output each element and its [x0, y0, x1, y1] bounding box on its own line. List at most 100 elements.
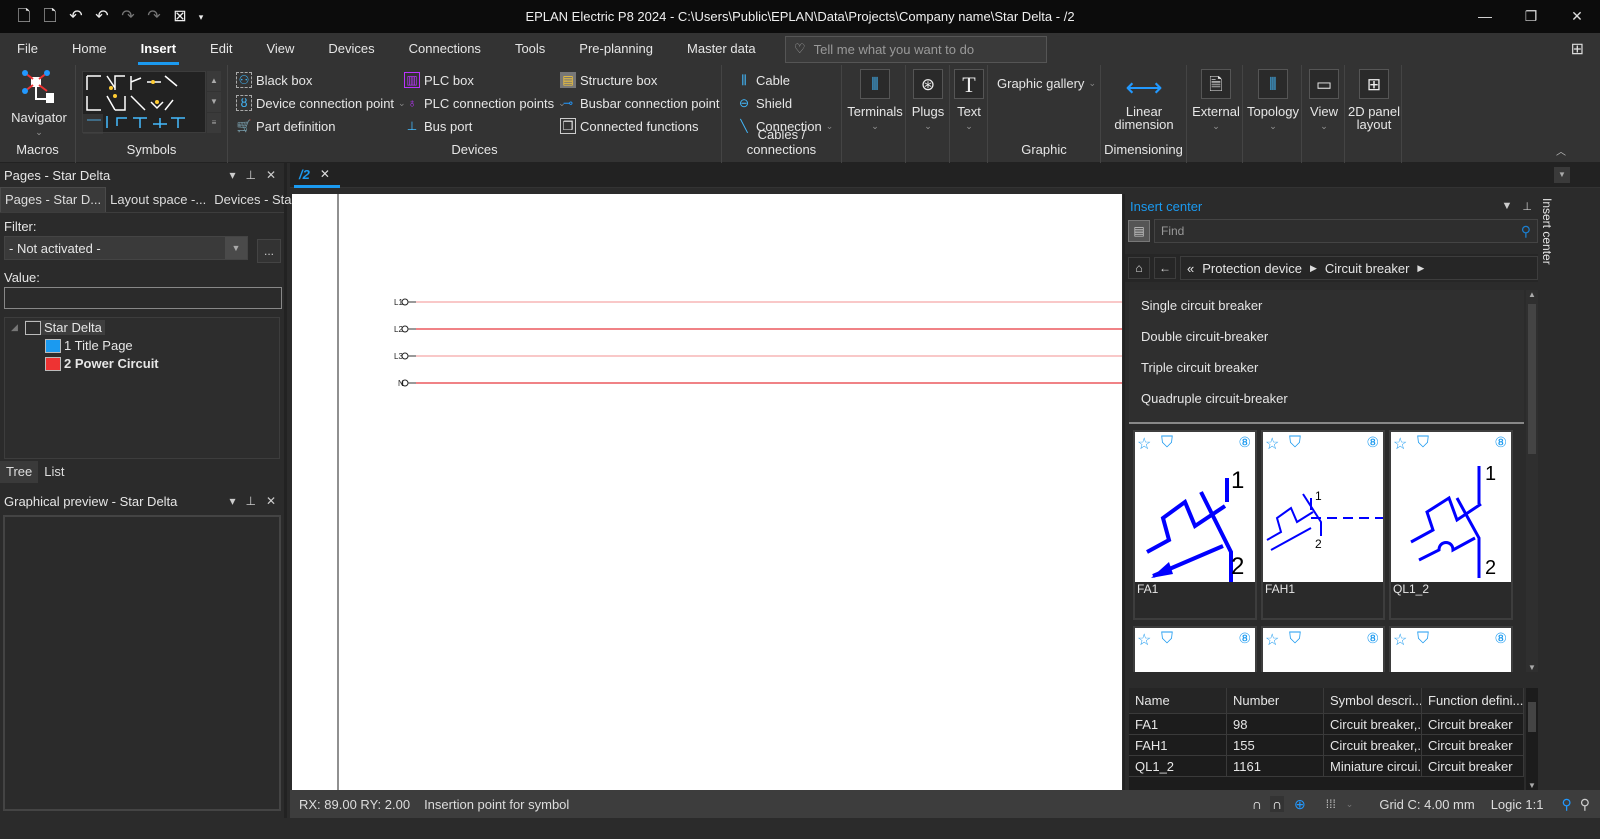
navigator-button[interactable]: Navigator ⌄: [8, 69, 70, 139]
tab-tools[interactable]: Tools: [498, 33, 562, 65]
crosshair-icon[interactable]: ⊕: [1294, 796, 1306, 813]
gallery-scroll-up[interactable]: ▲: [207, 71, 221, 91]
panel-menu-icon[interactable]: ▾: [229, 168, 235, 182]
category-item[interactable]: Double circuit-breaker: [1129, 321, 1524, 352]
subtab-pages[interactable]: Pages - Star D...: [0, 187, 107, 212]
grid-icon[interactable]: ⁞⁞⁞: [1326, 797, 1336, 811]
column-header[interactable]: Function defini...: [1422, 688, 1524, 713]
table-scrollbar[interactable]: ▼: [1526, 688, 1538, 790]
table-row[interactable]: QL1_2 1161 Miniature circui... Circuit b…: [1129, 756, 1524, 777]
star-icon[interactable]: ☆: [1265, 434, 1279, 454]
symbol-tile[interactable]: 12 ☆ ⛉ ⑧ FA1: [1133, 430, 1257, 620]
category-item[interactable]: Triple circuit breaker: [1129, 352, 1524, 383]
value-input[interactable]: [4, 287, 282, 309]
scroll-thumb[interactable]: [1528, 304, 1536, 454]
customize-dropdown-icon[interactable]: ▾: [196, 7, 206, 27]
filter-more-button[interactable]: ...: [257, 239, 281, 263]
snap-grid-icon[interactable]: ∩: [1269, 796, 1285, 812]
side-scrollbar[interactable]: [1564, 194, 1576, 790]
new-page-icon[interactable]: 🗋: [14, 7, 34, 27]
scroll-up-icon[interactable]: ▲: [1528, 290, 1536, 299]
star-icon[interactable]: ☆: [1137, 630, 1151, 650]
find-input[interactable]: Find ⚲: [1154, 219, 1538, 243]
plugs-button[interactable]: ⊛ Plugs ⌄: [908, 69, 948, 133]
category-item[interactable]: Quadruple circuit-breaker: [1129, 383, 1524, 414]
symbols-gallery[interactable]: [82, 71, 206, 134]
tab-view[interactable]: View: [249, 33, 311, 65]
plc-box-button[interactable]: ▥ PLC box: [404, 72, 474, 88]
tab-file[interactable]: File: [0, 33, 55, 65]
doc-tab[interactable]: /2 ✕: [294, 163, 340, 188]
undo-icon[interactable]: ↶: [92, 7, 112, 27]
breadcrumb-item[interactable]: Protection device: [1202, 261, 1302, 276]
shield-button[interactable]: ⊖ Shield: [736, 95, 792, 111]
close-button[interactable]: ✕: [1554, 0, 1600, 33]
2d-panel-layout-button[interactable]: ⊞ 2D panel layout: [1347, 69, 1401, 131]
insert-center-side-tab[interactable]: Insert center: [1540, 194, 1560, 304]
topology-button[interactable]: ⫴ Topology ⌄: [1245, 69, 1301, 133]
home-icon[interactable]: ⌂: [1128, 257, 1150, 279]
tiles-scrollbar[interactable]: ▲ ▼: [1526, 290, 1538, 672]
redo-list-icon[interactable]: ↷: [144, 7, 164, 27]
tree-node-project[interactable]: Star Delta: [25, 320, 105, 335]
table-row[interactable]: FA1 98 Circuit breaker,... Circuit break…: [1129, 714, 1524, 735]
panel-menu-icon[interactable]: ▼: [1502, 200, 1513, 213]
zoom-window-icon[interactable]: ⚲: [1561, 796, 1571, 813]
star-icon[interactable]: ☆: [1393, 434, 1407, 454]
star-icon[interactable]: ☆: [1393, 630, 1407, 650]
collapse-ribbon-icon[interactable]: ︿: [1556, 143, 1566, 158]
part-definition-button[interactable]: 🛒 Part definition: [236, 118, 336, 134]
chevron-right-icon[interactable]: ▶: [1310, 263, 1317, 274]
chevron-right-icon[interactable]: ▶: [1417, 263, 1424, 274]
breadcrumb-item[interactable]: Circuit breaker: [1325, 261, 1410, 276]
snap-icon[interactable]: ∩: [1252, 796, 1262, 812]
back-arrow-icon[interactable]: ←: [1154, 257, 1176, 279]
tree-node-page[interactable]: 1 Title Page: [45, 338, 133, 353]
view-button[interactable]: ▭ View ⌄: [1304, 69, 1344, 133]
linear-dimension-button[interactable]: ⟷ Linear dimension: [1105, 69, 1183, 131]
redo-icon[interactable]: ↷: [118, 7, 138, 27]
tab-master-data[interactable]: Master data: [670, 33, 773, 65]
bookmark-icon[interactable]: ⛉: [1417, 434, 1429, 452]
connected-functions-button[interactable]: ❒ Connected functions: [560, 118, 699, 134]
filter-select[interactable]: - Not activated - ▼: [4, 236, 248, 260]
busbar-connection-point-button[interactable]: ⊸ Busbar connection point: [560, 95, 720, 111]
workspace-icon[interactable]: ⊞: [1571, 39, 1584, 59]
zoom-100-icon[interactable]: ⚲: [1580, 796, 1590, 813]
black-box-button[interactable]: ⚇ Black box: [236, 72, 312, 88]
gallery-expand[interactable]: ≡: [207, 113, 221, 133]
tab-connections[interactable]: Connections: [392, 33, 498, 65]
star-icon[interactable]: ☆: [1137, 434, 1151, 454]
device-connection-point-button[interactable]: ȣ Device connection point ⌄: [236, 95, 406, 111]
tab-insert[interactable]: Insert: [124, 33, 193, 65]
logic-scale[interactable]: Logic 1:1: [1491, 797, 1544, 812]
tab-home[interactable]: Home: [55, 33, 124, 65]
close-icon[interactable]: ✕: [266, 494, 276, 508]
plc-connection-points-button[interactable]: ♁ PLC connection points ⌄: [404, 95, 566, 111]
bookmark-icon[interactable]: ⛉: [1417, 630, 1429, 648]
pin-icon[interactable]: ⊥: [1522, 200, 1532, 213]
symbol-tile[interactable]: 12 ☆ ⛉ ⑧ FAH1: [1261, 430, 1385, 620]
table-delete-icon[interactable]: ⊠: [170, 7, 190, 27]
symbol-tile[interactable]: ☆ ⛉ ⑧: [1389, 626, 1513, 672]
pin-icon[interactable]: ⊥: [245, 494, 255, 508]
subtab-layout-space[interactable]: Layout space -...: [106, 188, 210, 212]
graphic-gallery-button[interactable]: Graphic gallery ⌄: [997, 76, 1096, 91]
scroll-down-icon[interactable]: ▼: [1528, 663, 1536, 672]
tab-list[interactable]: List: [38, 461, 70, 483]
tab-tree[interactable]: Tree: [0, 461, 39, 483]
bookmark-icon[interactable]: ⛉: [1161, 630, 1173, 648]
bookmark-icon[interactable]: ⛉: [1289, 630, 1301, 648]
tree-node-page[interactable]: 2 Power Circuit: [45, 356, 159, 371]
column-header[interactable]: Name: [1129, 688, 1227, 713]
gallery-scroll-down[interactable]: ▼: [207, 92, 221, 112]
scroll-thumb[interactable]: [1528, 702, 1536, 732]
breadcrumb-overflow-icon[interactable]: «: [1187, 261, 1194, 276]
tab-list-dropdown[interactable]: ▼: [1554, 167, 1570, 183]
symbol-tile[interactable]: ☆ ⛉ ⑧: [1261, 626, 1385, 672]
external-button[interactable]: 🗎 External ⌄: [1191, 69, 1241, 133]
schematic-canvas[interactable]: L1 L2 L3 N: [292, 194, 1122, 790]
terminals-button[interactable]: ⦀ Terminals ⌄: [846, 69, 904, 133]
tab-pre-planning[interactable]: Pre-planning: [562, 33, 670, 65]
structure-box-button[interactable]: ▤ Structure box: [560, 72, 657, 88]
